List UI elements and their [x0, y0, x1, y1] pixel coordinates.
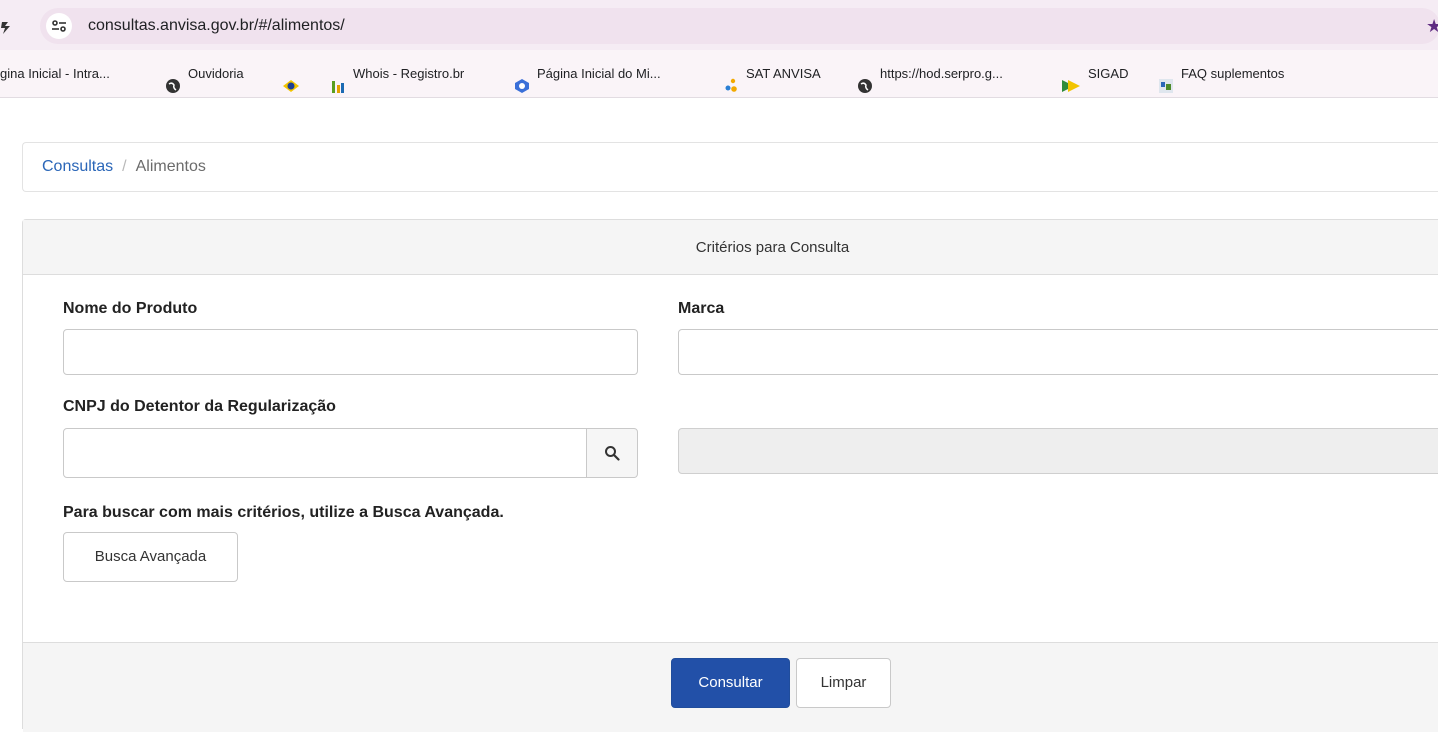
detentor-name-readonly: [678, 428, 1438, 474]
bookmark-ouvidoria[interactable]: Ouvidoria: [165, 50, 244, 97]
bookmark-label: https://hod.serpro.g...: [880, 66, 1003, 81]
marca-input[interactable]: [678, 329, 1438, 375]
globe-icon: [165, 66, 181, 93]
bookmark-sat-anvisa[interactable]: SAT ANVISA: [723, 50, 821, 97]
bookmark-label: SIGAD: [1088, 66, 1129, 81]
bookmark-label: gina Inicial - Intra...: [0, 66, 110, 81]
bookmark-gov[interactable]: [282, 50, 305, 97]
globe-icon: [857, 66, 873, 93]
url-text[interactable]: consultas.anvisa.gov.br/#/alimentos/: [88, 8, 345, 44]
marca-label: Marca: [678, 300, 725, 317]
limpar-button[interactable]: Limpar: [796, 658, 891, 708]
bookmark-serpro[interactable]: https://hod.serpro.g...: [857, 50, 1003, 97]
bookmark-intranet[interactable]: gina Inicial - Intra...: [0, 50, 110, 97]
bookmark-label: Whois - Registro.br: [353, 66, 465, 81]
site-info-icon[interactable]: [46, 13, 72, 39]
consultar-button[interactable]: Consultar: [671, 658, 790, 708]
cnpj-search-button[interactable]: [586, 428, 638, 478]
registro-br-icon: [330, 66, 346, 93]
bookmark-whois[interactable]: Whois - Registro.br: [330, 50, 465, 97]
panel-heading: Critérios para Consulta: [23, 220, 1438, 275]
gov-flag-icon: [282, 66, 299, 92]
bookmark-label: SAT ANVISA: [746, 66, 821, 81]
panel-footer: Consultar Limpar: [23, 642, 1438, 732]
advanced-search-button[interactable]: Busca Avançada: [63, 532, 238, 582]
cnpj-label: CNPJ do Detentor da Regularização: [63, 398, 336, 415]
bookmark-faq-suplementos[interactable]: FAQ suplementos: [1158, 50, 1285, 97]
breadcrumb-separator: /: [122, 158, 127, 175]
sigad-icon: [1061, 66, 1081, 92]
criteria-panel: Critérios para Consulta Nome do Produto …: [22, 219, 1438, 732]
breadcrumb: Consultas / Alimentos: [22, 142, 1438, 192]
nome-produto-input[interactable]: [63, 329, 638, 375]
bookmarks-bar: gina Inicial - Intra... Ouvidoria Whois …: [0, 50, 1438, 98]
sat-dots-icon: [723, 66, 739, 92]
reload-icon[interactable]: [0, 14, 14, 36]
bookmark-pagina-inicial[interactable]: Página Inicial do Mi...: [514, 50, 661, 97]
bookmark-label: FAQ suplementos: [1181, 66, 1285, 81]
breadcrumb-current: Alimentos: [135, 158, 206, 175]
cnpj-input[interactable]: [63, 428, 587, 478]
browser-address-bar: consultas.anvisa.gov.br/#/alimentos/ ★: [0, 0, 1438, 50]
nome-produto-label: Nome do Produto: [63, 300, 198, 317]
bookmark-label: Página Inicial do Mi...: [537, 66, 661, 81]
breadcrumb-link-consultas[interactable]: Consultas: [42, 158, 113, 175]
bookmark-sigad[interactable]: SIGAD: [1061, 50, 1129, 97]
advanced-search-hint: Para buscar com mais critérios, utilize …: [63, 504, 504, 521]
search-icon: [605, 446, 620, 461]
faq-icon: [1158, 66, 1174, 93]
bookmark-star-icon[interactable]: ★: [1426, 8, 1438, 44]
bookmark-label: Ouvidoria: [188, 66, 244, 81]
ms-copilot-icon: [514, 66, 530, 93]
omnibox[interactable]: consultas.anvisa.gov.br/#/alimentos/ ★: [40, 8, 1438, 44]
